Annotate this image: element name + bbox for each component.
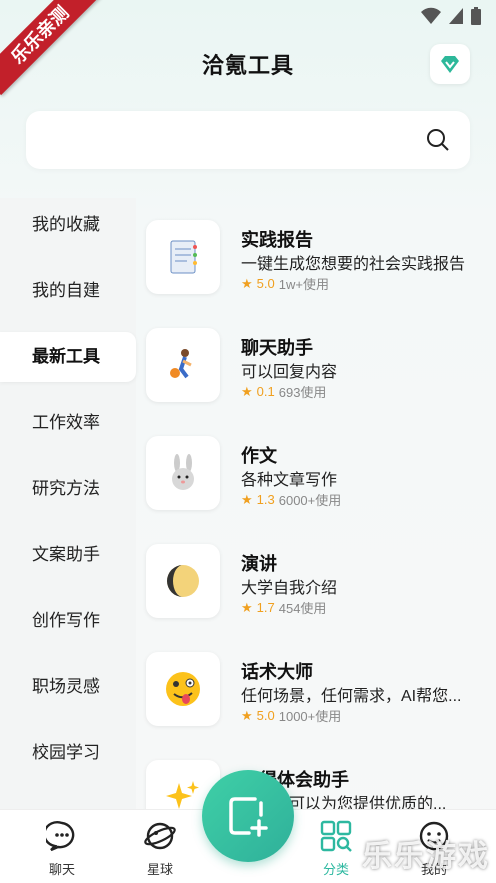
tool-usage: 693使用 [278, 385, 327, 400]
battery-icon [471, 7, 481, 25]
star-icon: ★ [241, 707, 253, 723]
tool-usage: 1000+使用 [278, 709, 342, 724]
tool-name: 实践报告 [241, 230, 313, 250]
diamond-icon [441, 56, 459, 73]
category-sidebar: 我的收藏 我的自建 最新工具 工作效率 研究方法 文案助手 创作写作 职场灵感 … [0, 198, 136, 810]
tool-item[interactable]: 聊天助手 可以回复内容 ★ 0.1 693使用 [146, 318, 496, 408]
tongue-face-icon [146, 652, 220, 726]
tool-desc: 任何场景，任何需求，AI帮您... [241, 688, 462, 705]
tool-name: 话术大师 [241, 662, 313, 682]
tool-rating: 1.3 [256, 492, 275, 507]
wifi-icon [421, 7, 441, 24]
sidebar-item-campus[interactable]: 校园学习 [0, 728, 136, 778]
rabbit-icon [146, 436, 220, 510]
sidebar-item-work-efficiency[interactable]: 工作效率 [0, 398, 136, 448]
search-bar[interactable] [26, 111, 470, 169]
page-title: 洽氪工具 [201, 53, 294, 78]
signal-icon [449, 8, 463, 24]
tab-planet-label: 星球 [146, 862, 173, 877]
vip-button[interactable] [430, 44, 470, 84]
tool-desc: 大学自我介绍 [241, 580, 338, 597]
tool-name: 演讲 [241, 554, 277, 574]
sidebar-item-research-methods[interactable]: 研究方法 [0, 464, 136, 514]
tool-name: 作文 [241, 446, 277, 466]
sidebar-item-my-created[interactable]: 我的自建 [0, 266, 136, 316]
chat-icon [43, 821, 75, 852]
sidebar-item-latest-tools[interactable]: 最新工具 [0, 332, 136, 382]
star-icon: ★ [241, 275, 253, 291]
tool-item[interactable]: 演讲 大学自我介绍 ★ 1.7 454使用 [146, 534, 496, 624]
create-button[interactable] [202, 770, 294, 862]
tool-list: 实践报告 一键生成您想要的社会实践报告 ★ 5.0 1w+使用 聊天助手 可以回复内… [136, 210, 496, 810]
tab-chat[interactable]: 聊天 [22, 820, 102, 878]
add-square-icon [229, 797, 268, 837]
tool-name: 聊天助手 [241, 338, 313, 358]
tool-rating: 5.0 [256, 708, 275, 723]
tool-rating: 1.7 [256, 600, 275, 615]
tool-usage: 454使用 [278, 601, 327, 616]
category-icon [320, 820, 352, 852]
star-icon: ★ [241, 383, 253, 399]
sidebar-item-workplace[interactable]: 职场灵感 [0, 662, 136, 712]
watermark: 乐乐游戏 [362, 840, 490, 873]
tool-item[interactable]: 作文 各种文章写作 ★ 1.3 6000+使用 [146, 426, 496, 516]
sidebar-item-favorites[interactable]: 我的收藏 [0, 200, 136, 250]
tool-desc: 各种文章写作 [241, 472, 338, 489]
tool-usage: 1w+使用 [278, 277, 329, 292]
moon-icon [146, 544, 220, 618]
tab-planet[interactable]: 星球 [120, 820, 200, 878]
tool-rating: 0.1 [256, 384, 275, 399]
tool-rating: 5.0 [256, 276, 275, 291]
tool-item[interactable]: 心得体会助手 该工具可以为您提供优质的... [146, 750, 496, 810]
tool-desc: 可以回复内容 [241, 364, 338, 381]
star-icon: ★ [241, 491, 253, 507]
tool-usage: 6000+使用 [278, 493, 342, 508]
planet-icon [144, 822, 176, 850]
basketball-player-icon [146, 328, 220, 402]
sidebar-item-copywriting[interactable]: 文案助手 [0, 530, 136, 580]
star-icon: ★ [241, 599, 253, 615]
tool-desc: 一键生成您想要的社会实践报告 [241, 256, 466, 273]
search-icon[interactable] [426, 128, 450, 157]
tool-item[interactable]: 实践报告 一键生成您想要的社会实践报告 ★ 5.0 1w+使用 [146, 210, 496, 300]
sidebar-item-creative-writing[interactable]: 创作写作 [0, 596, 136, 646]
document-icon [146, 220, 220, 294]
tab-chat-label: 聊天 [48, 862, 75, 877]
tool-item[interactable]: 话术大师 任何场景，任何需求，AI帮您... ★ 5.0 1000+使用 [146, 642, 496, 732]
